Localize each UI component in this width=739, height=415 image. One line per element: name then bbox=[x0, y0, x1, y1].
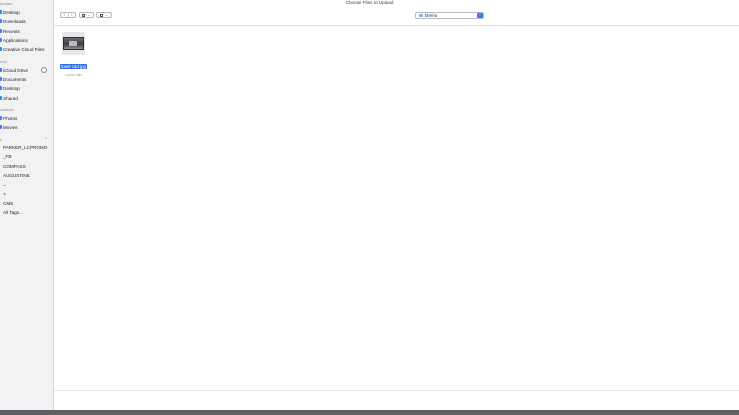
sidebar-item-applications[interactable]: Applications bbox=[0, 36, 28, 44]
sidebar-item-downloads[interactable]: Downloads bbox=[0, 17, 26, 25]
file-item[interactable]: toast-cart.jpg 1,920×1,080 bbox=[59, 32, 88, 77]
sidebar-item-label: -- bbox=[3, 182, 7, 188]
sidebar-tag-parker-lcpromo[interactable]: PARKER_LCPROMO bbox=[0, 143, 47, 151]
sidebar-item-label: Photos bbox=[3, 115, 18, 121]
sidebar-item-label: All Tags... bbox=[3, 209, 23, 215]
group-mode-button[interactable]: ⌄ bbox=[96, 12, 112, 18]
sidebar-item-label: PARKER_LCPROMO bbox=[3, 144, 48, 150]
desktop-icon bbox=[0, 10, 2, 14]
sidebar-tag-question[interactable]: ? bbox=[0, 190, 6, 198]
sidebar-tag-augustine[interactable]: AUGUSTINE bbox=[0, 171, 30, 179]
shared-folder-icon bbox=[0, 96, 2, 100]
sidebar-item-label: Shared bbox=[3, 95, 18, 101]
sidebar-item-photos[interactable]: Photos bbox=[0, 114, 17, 122]
recents-icon bbox=[0, 29, 2, 33]
sidebar-item-label: _FB bbox=[3, 153, 12, 159]
file-chooser-window: avorites Desktop Downloads Recents Appli… bbox=[0, 0, 739, 415]
applications-icon bbox=[0, 38, 2, 42]
sidebar-item-label: iCloud Drive bbox=[3, 67, 29, 73]
sidebar-item-desktop[interactable]: Desktop bbox=[0, 8, 20, 16]
sidebar-tag-dashes[interactable]: -- bbox=[0, 181, 6, 189]
file-dimensions: 1,920×1,080 bbox=[65, 73, 82, 77]
forward-icon[interactable]: › bbox=[68, 12, 75, 18]
icloud-icon bbox=[0, 68, 2, 72]
divider bbox=[54, 390, 739, 391]
sidebar-item-icloud-desktop[interactable]: Desktop bbox=[0, 84, 20, 92]
sidebar-item-icloud-drive[interactable]: iCloud Drive bbox=[0, 66, 28, 74]
sidebar-item-label: Desktop bbox=[3, 85, 20, 91]
sidebar-section-tags: s bbox=[0, 138, 2, 142]
movies-icon bbox=[0, 125, 2, 129]
sidebar-item-label: AUGUSTINE bbox=[3, 172, 30, 178]
sidebar-item-label: CMS bbox=[3, 200, 14, 206]
sidebar-item-movies[interactable]: Movies bbox=[0, 123, 18, 131]
photos-icon bbox=[0, 116, 2, 120]
navigation-buttons: ‹ › bbox=[60, 12, 76, 18]
chevron-down-icon: ⌄ bbox=[87, 13, 91, 17]
location-label: Demo bbox=[425, 13, 438, 18]
sidebar-item-label: Downloads bbox=[3, 18, 26, 24]
creative-cloud-icon bbox=[0, 47, 2, 51]
sidebar-item-label: Recents bbox=[3, 28, 20, 34]
sidebar: avorites Desktop Downloads Recents Appli… bbox=[0, 0, 54, 410]
bottom-bar bbox=[0, 410, 739, 415]
folder-icon bbox=[419, 14, 423, 17]
sidebar-item-label: Creative Cloud Files bbox=[3, 46, 45, 52]
sidebar-item-label: Documents bbox=[3, 76, 27, 82]
sidebar-item-label: Movies bbox=[3, 124, 18, 130]
file-browser-pane: Choose Files to Upload ‹ › ⌄ ⌄ Demo ⌃ to… bbox=[54, 0, 739, 410]
sidebar-item-label: Applications bbox=[3, 37, 28, 43]
sidebar-item-label: ? bbox=[3, 191, 6, 197]
chevron-down-icon: ⌄ bbox=[104, 13, 108, 17]
chevron-down-icon[interactable]: ⌄ bbox=[44, 136, 48, 141]
location-popup[interactable]: Demo ⌃ bbox=[415, 12, 484, 19]
sidebar-tag-fb[interactable]: _FB bbox=[0, 152, 11, 160]
sidebar-section-locations: ocations bbox=[0, 108, 14, 112]
divider bbox=[54, 25, 739, 26]
sidebar-all-tags[interactable]: All Tags... bbox=[0, 208, 23, 216]
sidebar-item-creative-cloud-files[interactable]: Creative Cloud Files bbox=[0, 45, 44, 53]
desktop-icon bbox=[0, 86, 2, 90]
sidebar-section-icloud: loud bbox=[0, 60, 7, 64]
file-thumbnail bbox=[62, 32, 85, 55]
group-grid-icon bbox=[99, 13, 103, 17]
sidebar-item-shared[interactable]: Shared bbox=[0, 94, 18, 102]
view-mode-button[interactable]: ⌄ bbox=[79, 12, 94, 18]
icon-grid-icon bbox=[82, 13, 86, 17]
sidebar-tag-compass[interactable]: COMPASS bbox=[0, 162, 26, 170]
sidebar-item-label: Desktop bbox=[3, 9, 20, 15]
image-preview-icon bbox=[63, 37, 84, 50]
downloads-icon bbox=[0, 19, 2, 23]
documents-icon bbox=[0, 77, 2, 81]
file-name: toast-cart.jpg bbox=[60, 64, 87, 69]
sidebar-item-documents[interactable]: Documents bbox=[0, 75, 26, 83]
popup-stepper-icon: ⌃ bbox=[477, 13, 483, 18]
dialog-title: Choose Files to Upload bbox=[345, 0, 394, 5]
icloud-sync-progress-icon bbox=[41, 67, 47, 73]
sidebar-item-label: COMPASS bbox=[3, 163, 26, 169]
sidebar-item-recents[interactable]: Recents bbox=[0, 27, 20, 35]
sidebar-tag-cms[interactable]: CMS bbox=[0, 199, 13, 207]
